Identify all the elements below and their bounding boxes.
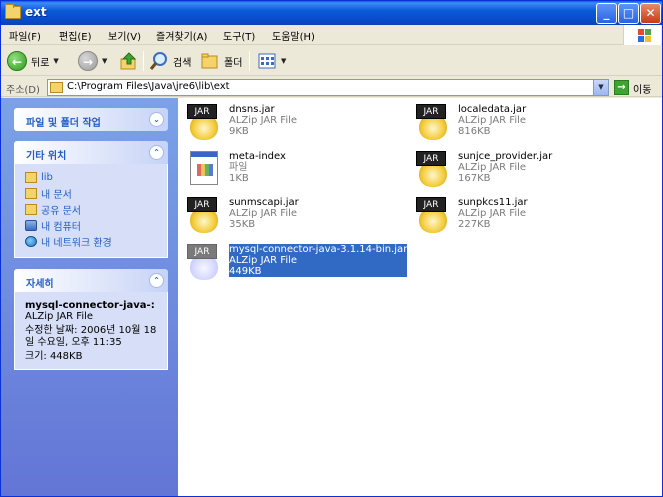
menu-bar: 파일(F) 편집(E) 보기(V) 즐겨찾기(A) 도구(T) 도움말(H) xyxy=(1,25,662,45)
views-icon xyxy=(258,53,276,69)
menu-help[interactable]: 도움말(H) xyxy=(272,28,315,43)
chevron-down-icon[interactable]: ⌄ xyxy=(149,112,164,127)
file-item[interactable]: meta-index 파일 1KB xyxy=(181,149,401,191)
file-item[interactable]: JAR sunmscapi.jar ALZip JAR File 35KB xyxy=(181,195,401,237)
folder-icon xyxy=(25,187,37,199)
computer-icon xyxy=(25,219,37,231)
menu-view[interactable]: 보기(V) xyxy=(108,28,141,43)
address-label: 주소(D) xyxy=(6,85,40,96)
back-button[interactable]: ← 뒤로 ▼ xyxy=(7,50,59,72)
place-link-shared-documents[interactable]: 공유 문서 xyxy=(25,201,157,217)
details-file-name: mysql-connector-java-: xyxy=(25,300,155,311)
views-button[interactable]: ▼ xyxy=(257,50,286,72)
search-icon xyxy=(149,52,167,70)
panel-title: 파일 및 폴더 작업 xyxy=(26,118,101,129)
file-item[interactable]: JAR sunjce_provider.jar ALZip JAR File 1… xyxy=(410,149,630,191)
maximize-button[interactable]: □ xyxy=(618,3,639,24)
chevron-down-icon[interactable]: ▼ xyxy=(102,57,107,65)
chevron-down-icon[interactable]: ▼ xyxy=(281,57,286,65)
details-file-type: ALZip JAR File xyxy=(25,311,94,322)
file-item[interactable]: JAR sunpkcs11.jar ALZip JAR File 227KB xyxy=(410,195,630,237)
toolbar: ← 뒤로 ▼ → ▼ 검색 폴더 ▼ xyxy=(1,46,662,76)
window-title: ext xyxy=(25,5,47,19)
go-button[interactable]: 이동 xyxy=(633,81,651,96)
address-input[interactable]: C:\Program Files\Java\jre6\lib\ext ▼ xyxy=(47,79,609,96)
panel-title: 자세히 xyxy=(26,279,54,290)
file-item-selected[interactable]: JAR mysql-connector-java-3.1.14-bin.jar … xyxy=(181,242,409,284)
folder-icon xyxy=(25,171,37,183)
file-tasks-header[interactable]: 파일 및 폴더 작업 ⌄ xyxy=(14,108,168,131)
folders-label: 폴더 xyxy=(224,57,243,69)
panel-title: 기타 위치 xyxy=(26,151,67,162)
details-modified-date: 수정한 날짜: 2006년 10월 18 xyxy=(25,325,157,336)
menu-tools[interactable]: 도구(T) xyxy=(223,28,255,43)
jar-icon: JAR xyxy=(416,104,450,140)
other-places-panel: 기타 위치 ⌃ lib 내 문서 공유 문서 내 컴퓨터 내 네트워크 환경 xyxy=(14,141,168,258)
minimize-button[interactable]: _ xyxy=(596,3,617,24)
chevron-up-icon[interactable]: ⌃ xyxy=(149,145,164,160)
jar-icon: JAR xyxy=(416,197,450,233)
explorer-window: ext _ □ ✕ 파일(F) 편집(E) 보기(V) 즐겨찾기(A) 도구(T… xyxy=(0,0,663,497)
details-panel: 자세히 ⌃ mysql-connector-java-: ALZip JAR F… xyxy=(14,269,168,370)
up-folder-icon xyxy=(120,52,137,70)
folders-button[interactable]: 폴더 xyxy=(200,50,242,72)
folders-icon xyxy=(201,53,218,69)
address-dropdown-button[interactable]: ▼ xyxy=(593,80,608,95)
file-icon xyxy=(190,151,218,185)
details-size: 크기: 448KB xyxy=(25,351,83,362)
file-list[interactable]: JAR dnsns.jar ALZip JAR File 9KB JAR loc… xyxy=(178,98,662,496)
folder-icon xyxy=(50,82,63,93)
back-label: 뒤로 xyxy=(31,57,50,69)
folder-icon xyxy=(5,4,21,19)
menu-favorites[interactable]: 즐겨찾기(A) xyxy=(156,28,207,43)
up-folder-button[interactable] xyxy=(119,50,139,72)
chevron-down-icon[interactable]: ▼ xyxy=(53,57,58,65)
title-bar[interactable]: ext _ □ ✕ xyxy=(1,1,662,25)
file-item[interactable]: JAR localedata.jar ALZip JAR File 816KB xyxy=(410,102,630,144)
search-label: 검색 xyxy=(173,57,192,69)
chevron-up-icon[interactable]: ⌃ xyxy=(149,273,164,288)
menu-edit[interactable]: 편집(E) xyxy=(59,28,92,43)
back-arrow-icon: ← xyxy=(7,51,27,71)
file-item[interactable]: JAR dnsns.jar ALZip JAR File 9KB xyxy=(181,102,401,144)
address-path[interactable]: C:\Program Files\Java\jre6\lib\ext xyxy=(67,81,230,92)
address-bar: 주소(D) C:\Program Files\Java\jre6\lib\ext… xyxy=(1,77,662,97)
place-link-my-documents[interactable]: 내 문서 xyxy=(25,185,157,201)
search-button[interactable]: 검색 xyxy=(149,50,191,72)
forward-arrow-icon: → xyxy=(78,51,98,71)
other-places-header[interactable]: 기타 위치 ⌃ xyxy=(14,141,168,164)
place-link-lib[interactable]: lib xyxy=(25,169,157,185)
details-modified-time: 일 수요일, 오후 11:35 xyxy=(25,337,122,348)
network-icon xyxy=(25,235,37,247)
task-pane: 파일 및 폴더 작업 ⌄ 기타 위치 ⌃ lib 내 문서 공유 문서 내 컴퓨… xyxy=(1,98,178,496)
place-link-my-computer[interactable]: 내 컴퓨터 xyxy=(25,217,157,233)
jar-icon: JAR xyxy=(187,197,221,233)
menu-file[interactable]: 파일(F) xyxy=(9,28,41,43)
file-tasks-panel: 파일 및 폴더 작업 ⌄ xyxy=(14,108,168,131)
details-header[interactable]: 자세히 ⌃ xyxy=(14,269,168,292)
windows-logo-icon xyxy=(623,25,661,45)
jar-icon: JAR xyxy=(187,104,221,140)
close-button[interactable]: ✕ xyxy=(640,3,661,24)
folder-icon xyxy=(25,203,37,215)
place-link-my-network[interactable]: 내 네트워크 환경 xyxy=(25,233,157,249)
forward-button[interactable]: → ▼ xyxy=(78,50,107,72)
jar-icon: JAR xyxy=(416,151,450,187)
go-arrow-icon[interactable]: → xyxy=(614,80,629,95)
jar-icon: JAR xyxy=(187,244,221,280)
